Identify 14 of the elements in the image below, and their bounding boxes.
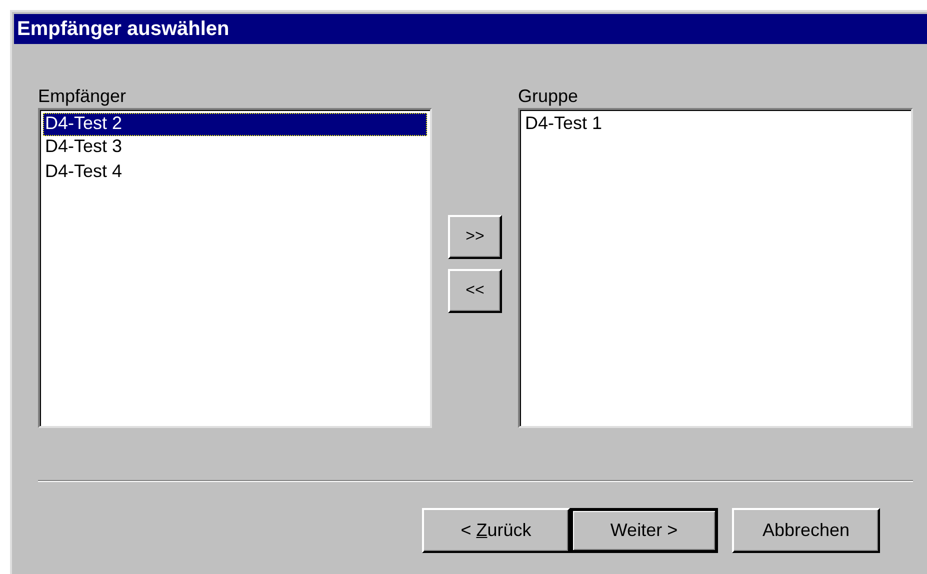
move-button[interactable]: << <box>448 269 502 313</box>
list-label: Gruppe <box>518 86 580 108</box>
list-item[interactable]: D4-Test 3 <box>43 136 427 161</box>
list-box[interactable]: D4-Test 2 D4-Test 3 D4-Test 4 <box>38 108 432 428</box>
move-button[interactable]: >> <box>448 215 502 259</box>
wizard-button[interactable]: < Zurück <box>422 508 570 553</box>
window-title: Empfänger auswählen <box>14 14 927 44</box>
wizard-button[interactable]: Abbrechen <box>732 508 880 553</box>
list-label: Empfänger <box>38 86 128 108</box>
wizard-button[interactable]: Weiter > <box>570 508 718 553</box>
list-item[interactable]: D4-Test 1 <box>523 113 908 138</box>
list-item[interactable]: D4-Test 2 <box>43 113 427 136</box>
list-box[interactable]: D4-Test 1 <box>518 108 913 428</box>
list-item[interactable]: D4-Test 4 <box>43 161 427 186</box>
